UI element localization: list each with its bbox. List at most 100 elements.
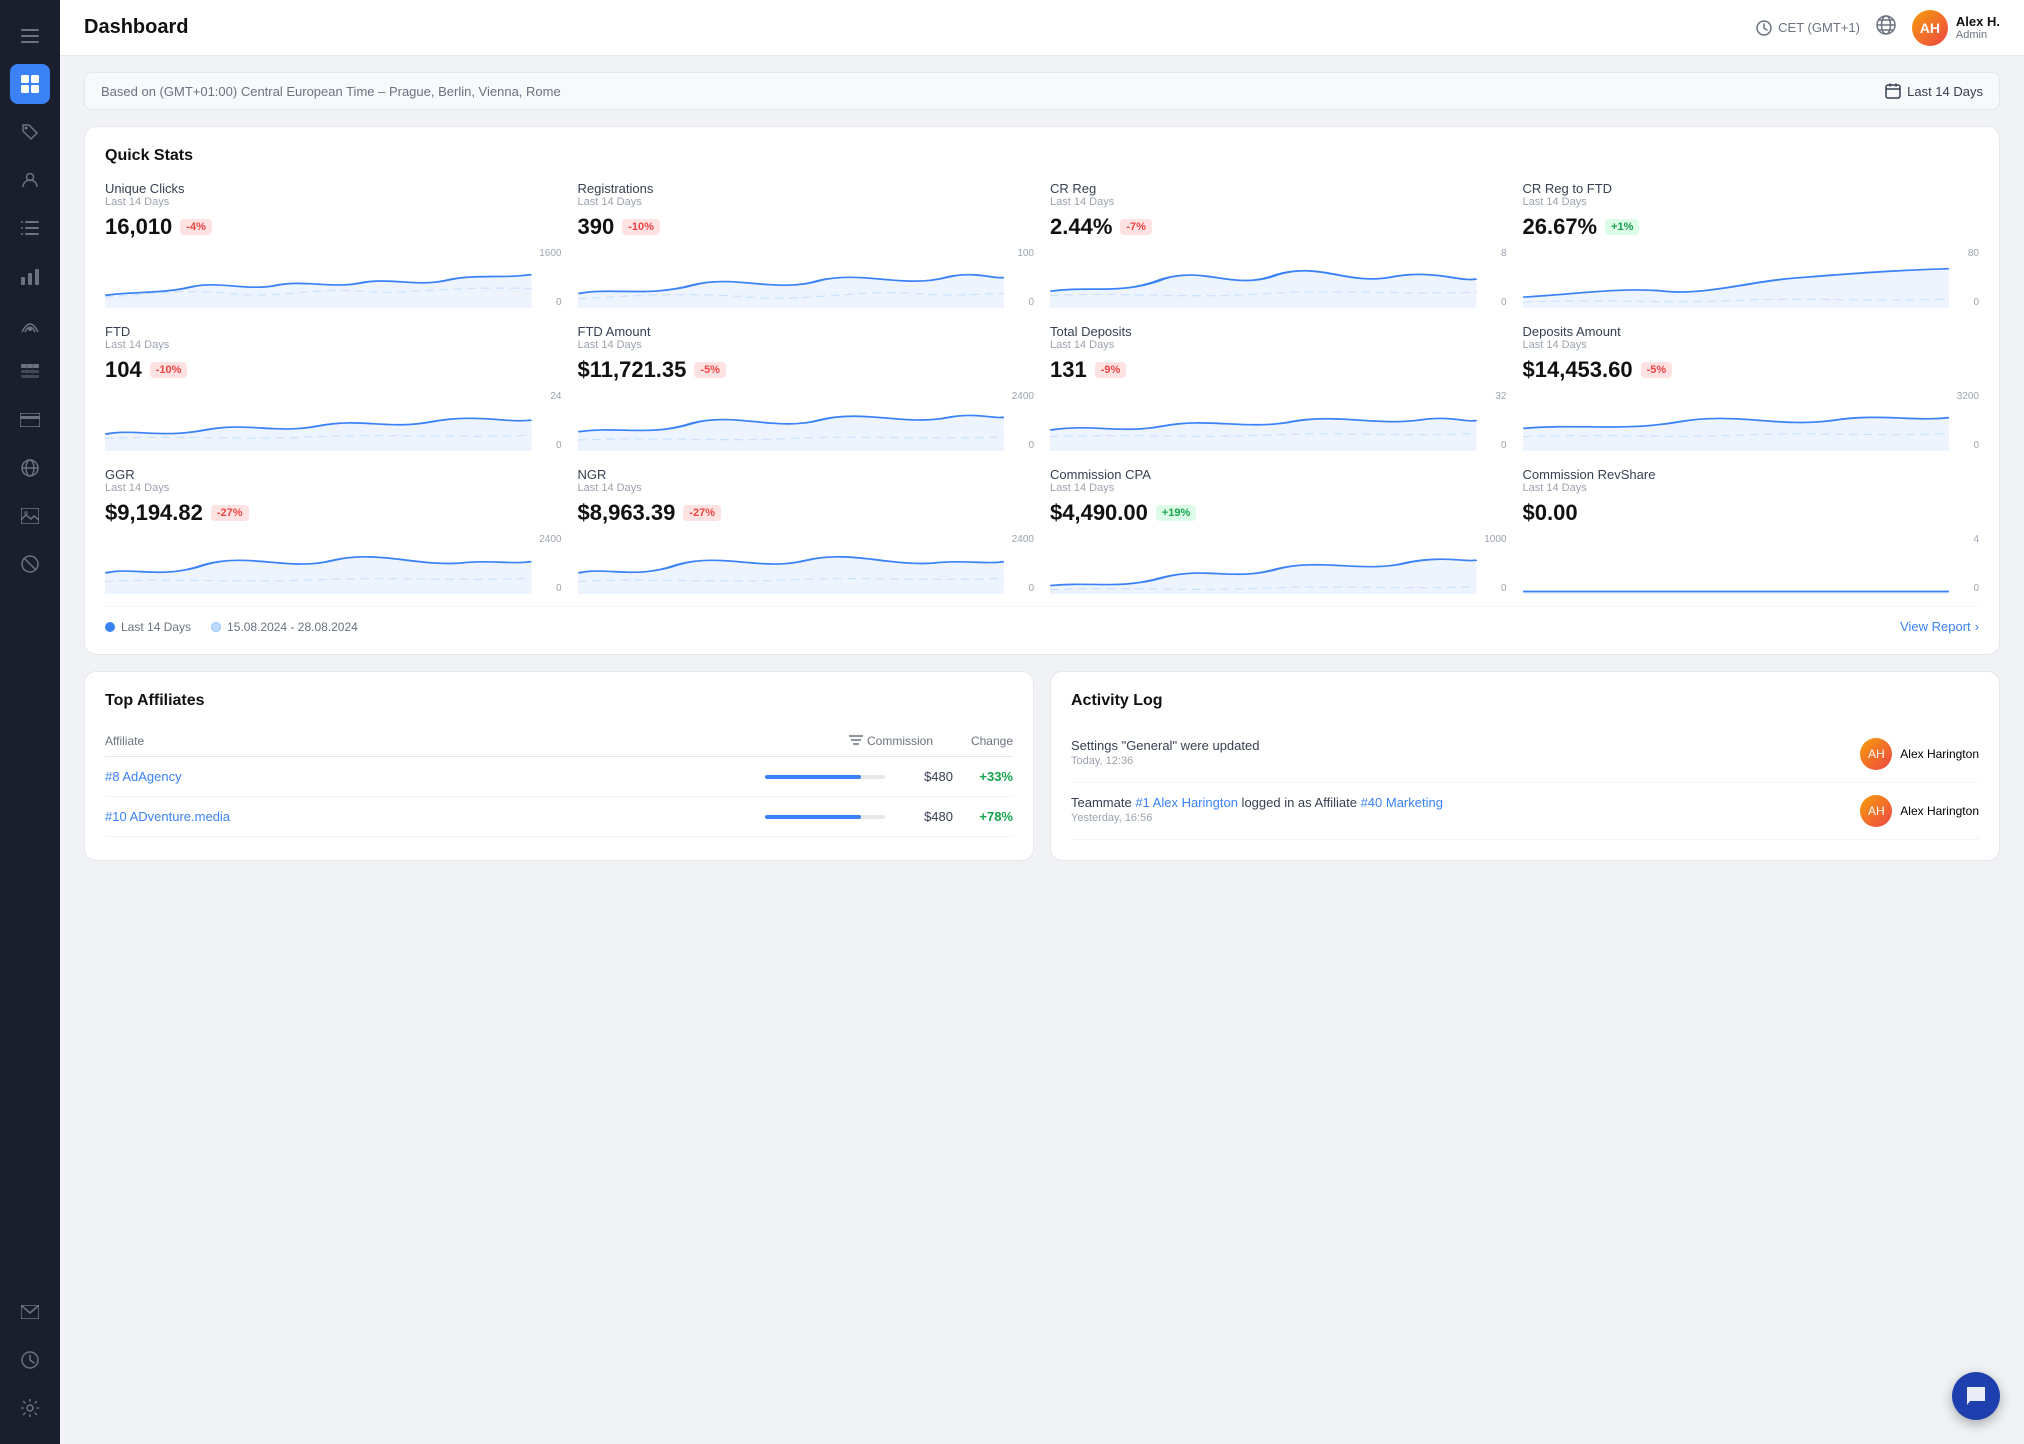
stat-label: CR Reg to FTD <box>1523 181 1980 196</box>
menu-icon[interactable] <box>10 16 50 56</box>
mini-chart: 32 0 <box>1050 391 1507 451</box>
stat-period: Last 14 Days <box>105 482 562 494</box>
block-icon[interactable] <box>10 544 50 584</box>
date-range-picker[interactable]: Last 14 Days <box>1885 83 1983 99</box>
legend: Last 14 Days 15.08.2024 - 28.08.2024 <box>105 620 358 634</box>
language-icon[interactable] <box>1876 15 1896 40</box>
stat-value-row: 26.67% +1% <box>1523 214 1980 240</box>
chart-icon[interactable] <box>10 256 50 296</box>
stat-value-row: 390 -10% <box>578 214 1035 240</box>
activity-text: Teammate #1 Alex Harington logged in as … <box>1071 795 1443 810</box>
chart-y-max: 8 <box>1501 248 1507 259</box>
main-content: Dashboard CET (GMT+1) AH <box>60 0 2024 1444</box>
tag-icon[interactable] <box>10 112 50 152</box>
col-affiliate: Affiliate <box>105 734 849 748</box>
stat-item: CR Reg to FTD Last 14 Days 26.67% +1% 80… <box>1523 181 1980 308</box>
activity-user: AH Alex Harington <box>1860 795 1979 827</box>
filter-icon <box>849 735 863 747</box>
chart-y-min: 0 <box>1973 297 1979 308</box>
globe-icon[interactable] <box>10 448 50 488</box>
mini-chart: 2400 0 <box>578 534 1035 594</box>
chat-button[interactable] <box>1952 1372 2000 1420</box>
chart-y-min: 0 <box>1028 440 1034 451</box>
table-icon[interactable] <box>10 352 50 392</box>
affiliate-name[interactable]: #10 ADventure.media <box>105 809 765 824</box>
sidebar <box>0 0 60 1444</box>
mini-chart: 2400 0 <box>105 534 562 594</box>
chart-y-min: 0 <box>1973 583 1979 594</box>
mini-chart: 1000 0 <box>1050 534 1507 594</box>
legend-label-previous: 15.08.2024 - 28.08.2024 <box>227 620 358 634</box>
mini-chart: 8 0 <box>1050 248 1507 308</box>
card-icon[interactable] <box>10 400 50 440</box>
stat-period: Last 14 Days <box>578 196 1035 208</box>
stat-item: Registrations Last 14 Days 390 -10% 100 … <box>578 181 1035 308</box>
quick-stats-title: Quick Stats <box>105 147 1979 165</box>
affiliate-name[interactable]: #8 AdAgency <box>105 769 765 784</box>
signal-icon[interactable] <box>10 304 50 344</box>
chevron-right-icon: › <box>1975 619 1979 634</box>
stats-footer: Last 14 Days 15.08.2024 - 28.08.2024 Vie… <box>105 606 1979 634</box>
stats-grid-row3: GGR Last 14 Days $9,194.82 -27% 2400 0 N <box>105 467 1979 594</box>
stat-value-row: 131 -9% <box>1050 357 1507 383</box>
chart-y-max: 1000 <box>1484 534 1506 545</box>
stat-item: Deposits Amount Last 14 Days $14,453.60 … <box>1523 324 1980 451</box>
dashboard-icon[interactable] <box>10 64 50 104</box>
stat-badge: -7% <box>1120 219 1152 235</box>
chart-y-max: 2400 <box>1012 391 1034 402</box>
stat-value-row: 16,010 -4% <box>105 214 562 240</box>
stat-period: Last 14 Days <box>1050 482 1507 494</box>
stat-value: $11,721.35 <box>578 357 687 383</box>
activity-content: Settings "General" were updated Today, 1… <box>1071 738 1259 767</box>
stat-value: $9,194.82 <box>105 500 203 526</box>
view-report-button[interactable]: View Report › <box>1900 619 1979 634</box>
bar-fill <box>765 815 861 819</box>
stat-item: NGR Last 14 Days $8,963.39 -27% 2400 0 <box>578 467 1035 594</box>
stat-period: Last 14 Days <box>1523 196 1980 208</box>
legend-dot-previous <box>211 622 221 632</box>
chart-y-max: 2400 <box>1012 534 1034 545</box>
legend-dot-current <box>105 622 115 632</box>
timezone-display: CET (GMT+1) <box>1756 20 1860 36</box>
activity-time: Today, 12:36 <box>1071 755 1259 767</box>
activity-log-card: Activity Log Settings "General" were upd… <box>1050 671 2000 861</box>
stat-item: Commission RevShare Last 14 Days $0.00 4… <box>1523 467 1980 594</box>
user-profile[interactable]: AH Alex H. Admin <box>1912 10 2000 46</box>
stat-period: Last 14 Days <box>1050 339 1507 351</box>
bar-background <box>765 815 885 819</box>
topbar: Based on (GMT+01:00) Central European Ti… <box>84 72 2000 110</box>
list-icon[interactable] <box>10 208 50 248</box>
activity-time: Yesterday, 16:56 <box>1071 812 1443 824</box>
commission-value: $480 <box>893 769 953 784</box>
mini-chart: 24 0 <box>105 391 562 451</box>
settings-icon[interactable] <box>10 1388 50 1428</box>
chart-y-max: 3200 <box>1957 391 1979 402</box>
stat-label: Total Deposits <box>1050 324 1507 339</box>
stats-grid: Unique Clicks Last 14 Days 16,010 -4% 16… <box>105 181 1979 308</box>
history-icon[interactable] <box>10 1340 50 1380</box>
mini-chart: 3200 0 <box>1523 391 1980 451</box>
chart-y-max: 32 <box>1495 391 1506 402</box>
calendar-icon <box>1885 83 1901 99</box>
stat-label: Registrations <box>578 181 1035 196</box>
stat-badge: -4% <box>180 219 212 235</box>
stat-period: Last 14 Days <box>578 339 1035 351</box>
user-icon[interactable] <box>10 160 50 200</box>
stat-value-row: 2.44% -7% <box>1050 214 1507 240</box>
mini-chart: 1600 0 <box>105 248 562 308</box>
stat-badge: -27% <box>211 505 249 521</box>
mini-chart: 80 0 <box>1523 248 1980 308</box>
mail-icon[interactable] <box>10 1292 50 1332</box>
affiliate-link[interactable]: #1 Alex Harington <box>1135 795 1238 810</box>
timezone-text: CET (GMT+1) <box>1778 20 1860 35</box>
affiliate-link[interactable]: #40 Marketing <box>1361 795 1443 810</box>
date-range-label: Last 14 Days <box>1907 84 1983 99</box>
stat-value: $8,963.39 <box>578 500 676 526</box>
avatar: AH <box>1860 795 1892 827</box>
stat-badge: -5% <box>1641 362 1673 378</box>
user-info: Alex H. Admin <box>1956 14 2000 41</box>
image-icon[interactable] <box>10 496 50 536</box>
stat-label: FTD Amount <box>578 324 1035 339</box>
mini-chart: 2400 0 <box>578 391 1035 451</box>
stat-label: GGR <box>105 467 562 482</box>
